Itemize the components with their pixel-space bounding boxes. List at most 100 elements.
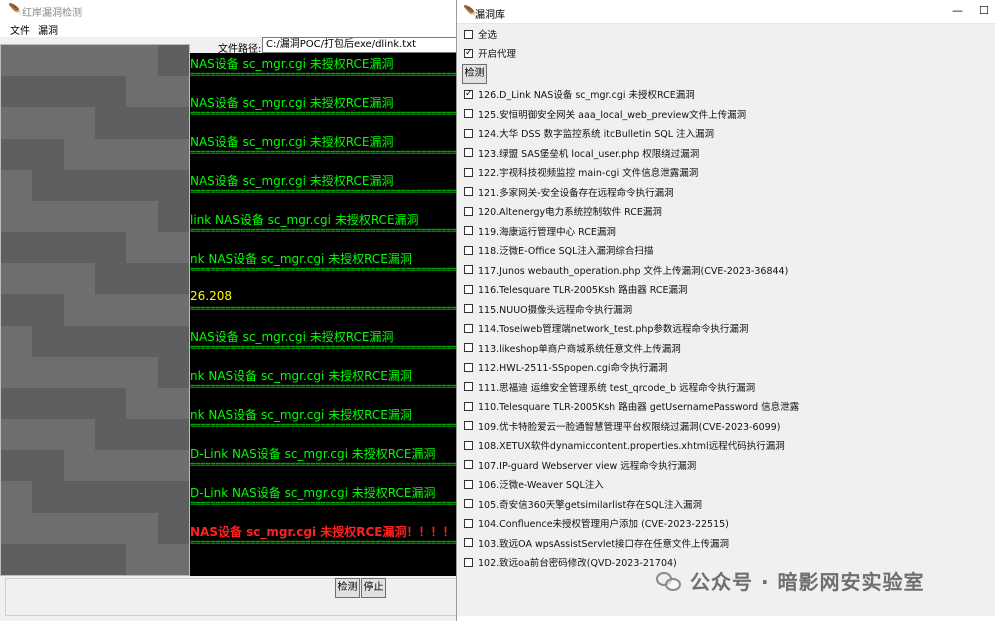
checkbox-box[interactable] [464,284,473,294]
vuln-item[interactable]: 103.致远OA wpsAssistServlet接口存在任意文件上传漏洞 [464,536,729,550]
vuln-item[interactable]: 120.Altenergy电力系统控制软件 RCE漏洞 [464,204,662,218]
vuln-window-title: 漏洞库 [475,10,505,21]
vuln-item-label: 120.Altenergy电力系统控制软件 RCE漏洞 [478,207,662,218]
checkbox-box[interactable] [464,265,473,274]
vuln-item-label: 115.NUUO摄像头远程命令执行漏洞 [478,304,633,316]
output-console[interactable]: NAS设备 sc_mgr.cgi 未授权RCE漏洞 ===============… [186,53,458,576]
vuln-item-label: 118.泛微E-Office SQL注入漏洞综合扫描 [478,246,654,257]
vuln-item[interactable]: 110.Telesquare TLR-2005Ksh 路由器 getUserna… [464,399,799,413]
vuln-titlebar: 🪶 漏洞库 — ☐ [457,0,995,24]
console-line: 26.208 [190,289,232,303]
wechat-icon [656,570,682,592]
vuln-item[interactable]: 109.优卡特脸爱云一脸通智慧管理平台权限绕过漏洞(CVE-2023-6099) [464,419,780,433]
detect-button[interactable]: 检测 [335,578,360,598]
vuln-item[interactable]: 119.海康运行管理中心 RCE漏洞 [464,224,616,238]
watermark: 公众号 · 暗影网安实验室 [656,566,925,595]
maximize-icon[interactable]: ☐ [979,4,989,17]
checkbox-box[interactable] [464,187,473,196]
checkbox-box[interactable] [464,128,473,138]
pixelated-redaction [0,44,190,576]
vuln-item-label: 113.likeshop单商户商城系统任意文件上传漏洞 [478,343,681,355]
console-separator: ========================================… [190,343,458,353]
checkbox-box[interactable] [464,499,473,508]
right-gutter [964,24,995,616]
vuln-item-label: 111.思福迪 运维安全管理系统 test_qrcode_b 远程命令执行漏洞 [478,382,756,394]
vuln-item-label: 103.致远OA wpsAssistServlet接口存在任意文件上传漏洞 [478,538,730,550]
vuln-item[interactable]: 111.思福迪 运维安全管理系统 test_qrcode_b 远程命令执行漏洞 [464,380,755,394]
checkbox-box[interactable] [464,304,473,313]
vuln-item[interactable]: 106.泛微e-Weaver SQL注入 [464,477,604,491]
vuln-item-label: 121.多家网关-安全设备存在远程命令执行漏洞 [478,187,674,199]
checkbox-box[interactable] [464,518,473,528]
checkbox-box[interactable] [464,109,473,118]
vuln-item[interactable]: 113.likeshop单商户商城系统任意文件上传漏洞 [464,341,681,355]
select-all-label: 全选 [478,30,498,41]
checkbox-box[interactable]: ✓ [464,89,473,99]
checkbox-box[interactable] [464,323,473,333]
vuln-item[interactable]: 117.Junos webauth_operation.php 文件上传漏洞(C… [464,263,788,277]
checkbox-box[interactable] [464,421,473,430]
checkbox-box[interactable] [464,29,473,39]
vuln-detect-button[interactable]: 检测 [462,64,487,84]
vuln-item[interactable]: 108.XETUX软件dynamiccontent.properties.xht… [464,438,785,452]
vuln-item[interactable]: ✓ 126.D_Link NAS设备 sc_mgr.cgi 未授权RCE漏洞 [464,87,695,101]
vuln-item-label: 116.Telesquare TLR-2005Ksh 路由器 RCE漏洞 [478,285,688,296]
vuln-item[interactable]: 112.HWL-2511-SSpopen.cgi命令执行漏洞 [464,360,668,374]
file-path-input[interactable]: C:/漏洞POC/打包后exe/dlink.txt [262,37,462,53]
vuln-item-label: 102.致远oa前台密码修改(QVD-2023-21704) [478,558,677,569]
vuln-item[interactable]: 122.宇视科技视频监控 main-cgi 文件信息泄露漏洞 [464,165,698,179]
vuln-item[interactable]: 104.Confluence未授权管理用户添加 (CVE-2023-22515) [464,516,729,530]
vuln-item[interactable]: 115.NUUO摄像头远程命令执行漏洞 [464,302,632,316]
vuln-item[interactable]: 125.安恒明御安全网关 aaa_local_web_preview文件上传漏洞 [464,107,746,121]
checkbox-box[interactable] [464,479,473,489]
vuln-item[interactable]: 114.Toseiweb管理端network_test.php参数远程命令执行漏… [464,321,748,335]
console-separator: ========================================… [190,187,458,197]
checkbox-box[interactable] [464,557,473,567]
vuln-item-label: 124.大华 DSS 数字监控系统 itcBulletin SQL 注入漏洞 [478,129,715,140]
vuln-item-label: 112.HWL-2511-SSpopen.cgi命令执行漏洞 [478,363,668,374]
vuln-item-label: 107.IP-guard Webserver view 远程命令执行漏洞 [478,460,697,472]
select-all-checkbox[interactable]: 全选 [464,27,497,41]
vuln-item-label: 122.宇视科技视频监控 main-cgi 文件信息泄露漏洞 [478,168,699,179]
checkbox-box[interactable] [464,362,473,372]
vuln-item-label: 125.安恒明御安全网关 aaa_local_web_preview文件上传漏洞 [478,109,747,121]
console-separator: ========================================… [190,109,458,119]
vuln-item-label: 126.D_Link NAS设备 sc_mgr.cgi 未授权RCE漏洞 [478,90,695,101]
main-window-title: 红岸漏洞检测 [22,8,82,19]
vuln-item[interactable]: 107.IP-guard Webserver view 远程命令执行漏洞 [464,458,696,472]
console-separator: ========================================… [190,382,458,392]
menu-vulns[interactable]: 漏洞 [38,22,58,37]
vuln-item[interactable]: 102.致远oa前台密码修改(QVD-2023-21704) [464,555,677,569]
stop-button[interactable]: 停止 [361,578,386,598]
console-separator: ========================================… [190,304,458,314]
vuln-item[interactable]: 124.大华 DSS 数字监控系统 itcBulletin SQL 注入漏洞 [464,126,714,140]
console-separator: ========================================… [190,70,458,80]
checkbox-box[interactable] [464,460,473,469]
vuln-item-label: 104.Confluence未授权管理用户添加 (CVE-2023-22515) [478,519,729,530]
checkbox-box[interactable] [464,206,473,216]
checkbox-box[interactable]: ✓ [464,48,473,58]
vuln-item-label: 110.Telesquare TLR-2005Ksh 路由器 getUserna… [478,402,800,413]
menu-file[interactable]: 文件 [10,22,30,37]
vuln-item-label: 108.XETUX软件dynamiccontent.properties.xht… [478,441,785,452]
vuln-list-panel: 全选 ✓ 开启代理 检测 ✓ 126.D_Link NAS设备 sc_mgr.cg… [457,24,964,616]
vuln-item[interactable]: 116.Telesquare TLR-2005Ksh 路由器 RCE漏洞 [464,282,687,296]
checkbox-box[interactable] [464,226,473,235]
vuln-item-label: 109.优卡特脸爱云一脸通智慧管理平台权限绕过漏洞(CVE-2023-6099) [478,421,781,433]
vuln-item[interactable]: 118.泛微E-Office SQL注入漏洞综合扫描 [464,243,653,257]
checkbox-box[interactable] [464,167,473,177]
checkbox-box[interactable] [464,245,473,255]
checkbox-box[interactable] [464,382,473,391]
checkbox-box[interactable] [464,401,473,411]
checkbox-box[interactable] [464,343,473,352]
checkbox-box[interactable] [464,538,473,547]
watermark-text: 公众号 · 暗影网安实验室 [690,570,925,594]
proxy-checkbox[interactable]: ✓ 开启代理 [464,46,516,60]
vuln-item[interactable]: 105.奇安信360天擎getsimilarlist存在SQL注入漏洞 [464,497,702,511]
checkbox-box[interactable] [464,148,473,157]
minimize-icon[interactable]: — [952,4,963,17]
console-separator: ========================================… [190,265,458,275]
vuln-item[interactable]: 121.多家网关-安全设备存在远程命令执行漏洞 [464,185,674,199]
vuln-item[interactable]: 123.绿盟 SAS堡垒机 local_user.php 权限绕过漏洞 [464,146,699,160]
checkbox-box[interactable] [464,440,473,450]
